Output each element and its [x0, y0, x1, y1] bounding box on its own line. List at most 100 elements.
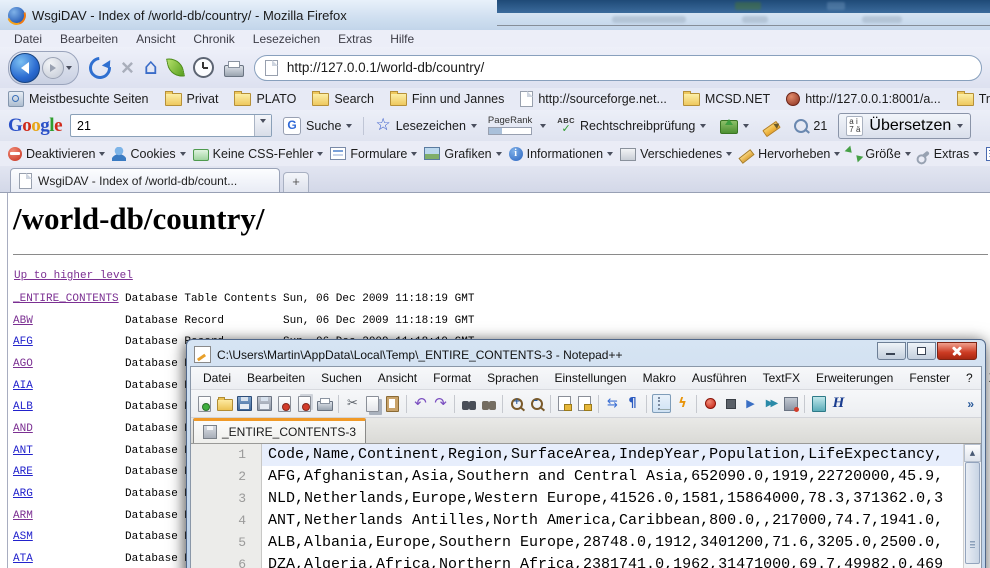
country-link-abw[interactable]: ABW: [13, 315, 125, 327]
restore-button[interactable]: [907, 342, 936, 360]
word-wrap-icon[interactable]: ⇆: [604, 395, 621, 412]
npp-menu-ausfuehren[interactable]: Ausführen: [684, 369, 755, 387]
find-icon[interactable]: [460, 395, 477, 412]
npp-menu-ansicht[interactable]: Ansicht: [370, 369, 425, 387]
country-link-asm[interactable]: ASM: [13, 531, 125, 543]
npp-menu-sprachen[interactable]: Sprachen: [479, 369, 546, 387]
country-link-ant[interactable]: ANT: [13, 445, 125, 457]
url-bar[interactable]: [254, 55, 982, 81]
webdev-images[interactable]: Grafiken: [424, 147, 501, 161]
webdev-view-source[interactable]: Quellte: [986, 147, 990, 161]
save-icon[interactable]: [236, 395, 253, 412]
copy-icon[interactable]: [364, 395, 381, 412]
feed-button[interactable]: [168, 57, 183, 78]
print-button[interactable]: [224, 59, 244, 77]
macro-play-icon[interactable]: ▶: [742, 395, 759, 412]
translate-button[interactable]: a i7 ä Übersetzen: [838, 113, 971, 139]
home-button[interactable]: ⌂: [144, 57, 158, 79]
bookmark-sourceforge[interactable]: http://sourceforge.net...: [520, 91, 667, 107]
npp-menu-format[interactable]: Format: [425, 369, 479, 387]
zoom-out-icon[interactable]: [528, 395, 545, 412]
cut-icon[interactable]: ✂: [344, 395, 361, 412]
html-view-icon[interactable]: H: [830, 395, 847, 412]
bookmark-folder-search[interactable]: Search: [312, 92, 374, 106]
back-button[interactable]: [10, 53, 40, 83]
minimize-button[interactable]: [877, 342, 906, 360]
url-input[interactable]: [285, 59, 971, 76]
npp-menu-help[interactable]: ?: [958, 369, 981, 387]
webdev-disable[interactable]: Deaktivieren: [8, 147, 105, 161]
undo-icon[interactable]: ↶: [412, 395, 429, 412]
word-find-button[interactable]: 21: [791, 117, 830, 135]
country-link-arm[interactable]: ARM: [13, 510, 125, 522]
npp-menu-einstellungen[interactable]: Einstellungen: [547, 369, 635, 387]
menu-extras[interactable]: Extras: [330, 31, 380, 47]
close-file-icon[interactable]: [276, 395, 293, 412]
show-all-characters-icon[interactable]: ¶: [624, 395, 641, 412]
webdev-miscellaneous[interactable]: Verschiedenes: [620, 146, 732, 161]
reload-button[interactable]: [89, 57, 111, 79]
document-close-button[interactable]: X: [981, 369, 990, 387]
sync-horizontal-scroll-icon[interactable]: [576, 395, 593, 412]
menu-bearbeiten[interactable]: Bearbeiten: [52, 31, 126, 47]
webdev-resize[interactable]: Größe: [847, 147, 910, 161]
dropdown-caret-icon[interactable]: [540, 124, 546, 131]
npp-menu-erweiterungen[interactable]: Erweiterungen: [808, 369, 901, 387]
macro-stop-icon[interactable]: [722, 395, 739, 412]
country-link-alb[interactable]: ALB: [13, 401, 125, 413]
country-link-arg[interactable]: ARG: [13, 488, 125, 500]
country-link-ago[interactable]: AGO: [13, 358, 125, 370]
npp-menu-suchen[interactable]: Suchen: [313, 369, 370, 387]
webdev-outline[interactable]: Hervorheben: [739, 147, 840, 161]
macro-run-multiple-icon[interactable]: ▶▶: [762, 395, 779, 412]
menu-chronik[interactable]: Chronik: [185, 31, 242, 47]
webdev-forms[interactable]: Formulare: [330, 147, 417, 161]
history-dropdown-caret[interactable]: [66, 66, 72, 73]
redo-icon[interactable]: ↷: [432, 395, 449, 412]
bookmark-folder-plato[interactable]: PLATO: [234, 92, 296, 106]
country-link-aia[interactable]: AIA: [13, 380, 125, 392]
open-file-icon[interactable]: [216, 395, 233, 412]
notepad-tab-active[interactable]: _ENTIRE_CONTENTS-3: [193, 418, 366, 443]
webdev-tools[interactable]: Extras: [918, 147, 979, 161]
spellcheck-button[interactable]: ABC✓ Rechtschreibprüfung: [554, 115, 709, 136]
bookmark-folder-finn-und-jannes[interactable]: Finn und Jannes: [390, 92, 504, 106]
bookmark-folder-mcsd[interactable]: MCSD.NET: [683, 92, 770, 106]
webdev-information[interactable]: iInformationen: [509, 147, 613, 161]
npp-menu-textfx[interactable]: TextFX: [755, 369, 808, 387]
country-link-are[interactable]: ARE: [13, 466, 125, 478]
bookmark-localhost-8001[interactable]: http://127.0.0.1:8001/a...: [786, 92, 941, 106]
new-file-icon[interactable]: [196, 395, 213, 412]
npp-menu-makro[interactable]: Makro: [635, 369, 684, 387]
macro-record-icon[interactable]: [702, 395, 719, 412]
up-to-higher-level-link[interactable]: Up to higher level: [14, 270, 133, 282]
close-button[interactable]: [937, 342, 977, 360]
new-tab-button[interactable]: +: [283, 172, 309, 192]
scrollbar-thumb[interactable]: [965, 462, 980, 564]
notepad-editor[interactable]: 1 2 3 4 5 6 Code,Name,Continent,Region,S…: [191, 444, 981, 568]
bookmark-folder-tree-samples[interactable]: Tree Samples: [957, 92, 990, 106]
indent-guide-icon[interactable]: [652, 394, 671, 413]
print-icon[interactable]: [316, 395, 333, 412]
country-link-afg[interactable]: AFG: [13, 336, 125, 348]
notepad-titlebar[interactable]: C:\Users\Martin\AppData\Local\Temp\_ENTI…: [190, 343, 982, 366]
country-link-and[interactable]: AND: [13, 423, 125, 435]
google-bookmarks-button[interactable]: ☆Lesezeichen: [372, 115, 479, 136]
editor-scrollbar[interactable]: ▲: [963, 444, 981, 568]
npp-menu-bearbeiten[interactable]: Bearbeiten: [239, 369, 313, 387]
toolbar-overflow-chevron[interactable]: »: [967, 397, 976, 411]
macro-save-icon[interactable]: [782, 395, 799, 412]
webdev-cookies[interactable]: Cookies: [112, 147, 185, 161]
pagerank-indicator[interactable]: PageRank: [488, 116, 532, 135]
google-search-button[interactable]: GSuche: [280, 115, 355, 137]
replace-icon[interactable]: [480, 395, 497, 412]
browser-tab-active[interactable]: WsgiDAV - Index of /world-db/count...: [10, 168, 280, 192]
google-search-input[interactable]: [71, 119, 254, 133]
forward-button[interactable]: [42, 57, 64, 79]
webdev-css[interactable]: Keine CSS-Fehler: [193, 147, 324, 161]
search-history-dropdown[interactable]: [254, 115, 271, 136]
npp-menu-datei[interactable]: Datei: [195, 369, 239, 387]
save-all-icon[interactable]: [256, 395, 273, 412]
function-completion-icon[interactable]: ϟ: [674, 395, 691, 412]
code-area[interactable]: Code,Name,Continent,Region,SurfaceArea,I…: [262, 444, 981, 568]
